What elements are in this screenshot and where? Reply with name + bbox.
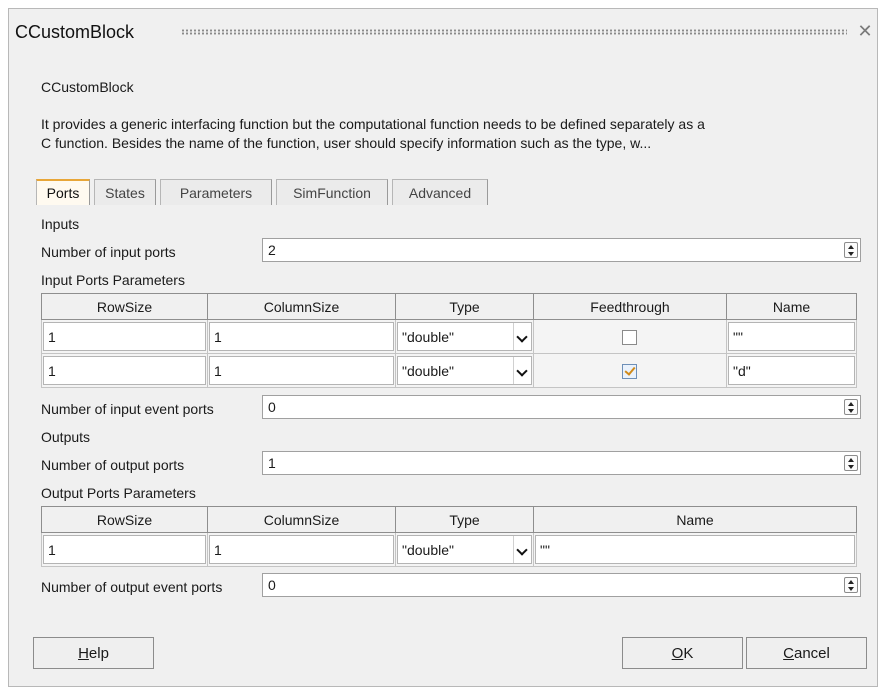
help-button-label: elp [88, 645, 109, 662]
column-header-columnsize[interactable]: ColumnSize [207, 506, 396, 533]
output-params-heading: Output Ports Parameters [41, 485, 196, 501]
output-ports-table: RowSize ColumnSize Type Name 1 1 "double… [41, 506, 857, 567]
input-ports-table: RowSize ColumnSize Type Feedthrough Name… [41, 293, 857, 388]
column-header-columnsize[interactable]: ColumnSize [207, 293, 396, 320]
columnsize-cell[interactable]: 1 [209, 322, 394, 351]
chevron-down-icon[interactable] [513, 536, 531, 563]
description-line-2: C function. Besides the name of the func… [41, 135, 652, 151]
dialog-window: CCustomBlock ✕ CCustomBlock It provides … [8, 8, 878, 687]
window-title: CCustomBlock [15, 22, 135, 42]
type-value: "double" [402, 329, 454, 345]
ok-button-label: K [683, 645, 694, 662]
help-accelerator: H [78, 645, 89, 662]
spin-arrows-icon[interactable] [844, 242, 858, 258]
ok-accelerator: O [671, 645, 684, 662]
name-cell[interactable]: "d" [728, 356, 855, 385]
input-params-heading: Input Ports Parameters [41, 272, 185, 288]
block-description: It provides a generic interfacing functi… [41, 115, 861, 153]
spin-arrows-icon[interactable] [844, 399, 858, 415]
name-cell[interactable]: "" [728, 322, 855, 351]
column-header-rowsize[interactable]: RowSize [41, 506, 208, 533]
title-bar[interactable]: CCustomBlock ✕ [9, 9, 877, 53]
cancel-button[interactable]: Cancel [746, 637, 867, 669]
tab-states[interactable]: States [94, 179, 156, 205]
type-value: "double" [402, 542, 454, 558]
num-input-event-ports-value[interactable]: 0 [268, 399, 276, 415]
num-output-event-ports-value[interactable]: 0 [268, 577, 276, 593]
table-header-row: RowSize ColumnSize Type Feedthrough Name [41, 293, 857, 320]
tab-advanced[interactable]: Advanced [392, 179, 488, 205]
num-input-ports-label: Number of input ports [41, 244, 176, 260]
chevron-down-icon[interactable] [513, 357, 531, 384]
feedthrough-checkbox[interactable] [622, 363, 637, 379]
num-output-ports-value[interactable]: 1 [268, 455, 276, 471]
rowsize-cell[interactable]: 1 [43, 356, 206, 385]
column-header-rowsize[interactable]: RowSize [41, 293, 208, 320]
num-input-ports-value[interactable]: 2 [268, 242, 276, 258]
columnsize-cell[interactable]: 1 [209, 535, 394, 564]
close-icon[interactable]: ✕ [855, 21, 875, 42]
feedthrough-checkbox[interactable] [622, 329, 637, 345]
tab-simfunction[interactable]: SimFunction [276, 179, 388, 205]
name-cell[interactable]: "" [535, 535, 855, 564]
column-header-name[interactable]: Name [726, 293, 857, 320]
type-select[interactable]: "double" [397, 356, 532, 385]
inputs-heading: Inputs [41, 216, 80, 232]
num-output-event-ports-label: Number of output event ports [41, 579, 223, 595]
num-output-event-ports-spinbox[interactable]: 0 [262, 573, 861, 597]
table-header-row: RowSize ColumnSize Type Name [41, 506, 857, 533]
type-value: "double" [402, 363, 454, 379]
ok-button[interactable]: OK [622, 637, 743, 669]
column-header-type[interactable]: Type [395, 293, 534, 320]
chevron-down-icon[interactable] [513, 323, 531, 350]
table-row: 1 1 "double" "" [41, 319, 857, 354]
type-select[interactable]: "double" [397, 535, 532, 564]
description-line-1: It provides a generic interfacing functi… [41, 116, 705, 132]
tab-ports[interactable]: Ports [36, 179, 90, 205]
cancel-button-label: ancel [793, 645, 830, 662]
num-input-ports-spinbox[interactable]: 2 [262, 238, 861, 262]
help-button[interactable]: Help [33, 637, 154, 669]
columnsize-cell[interactable]: 1 [209, 356, 394, 385]
num-input-event-ports-spinbox[interactable]: 0 [262, 395, 861, 419]
outputs-heading: Outputs [41, 429, 91, 445]
spin-arrows-icon[interactable] [844, 577, 858, 593]
spin-arrows-icon[interactable] [844, 455, 858, 471]
num-output-ports-label: Number of output ports [41, 457, 185, 473]
table-row: 1 1 "double" "" [41, 532, 857, 567]
rowsize-cell[interactable]: 1 [43, 535, 206, 564]
rowsize-cell[interactable]: 1 [43, 322, 206, 351]
column-header-name[interactable]: Name [533, 506, 857, 533]
block-name: CCustomBlock [41, 79, 134, 95]
column-header-type[interactable]: Type [395, 506, 534, 533]
column-header-feedthrough[interactable]: Feedthrough [533, 293, 727, 320]
cancel-accelerator: C [783, 645, 794, 662]
num-output-ports-spinbox[interactable]: 1 [262, 451, 861, 475]
num-input-event-ports-label: Number of input event ports [41, 401, 214, 417]
tab-parameters[interactable]: Parameters [160, 179, 272, 205]
title-bar-grip[interactable] [181, 29, 847, 35]
table-row: 1 1 "double" "d" [41, 353, 857, 388]
type-select[interactable]: "double" [397, 322, 532, 351]
